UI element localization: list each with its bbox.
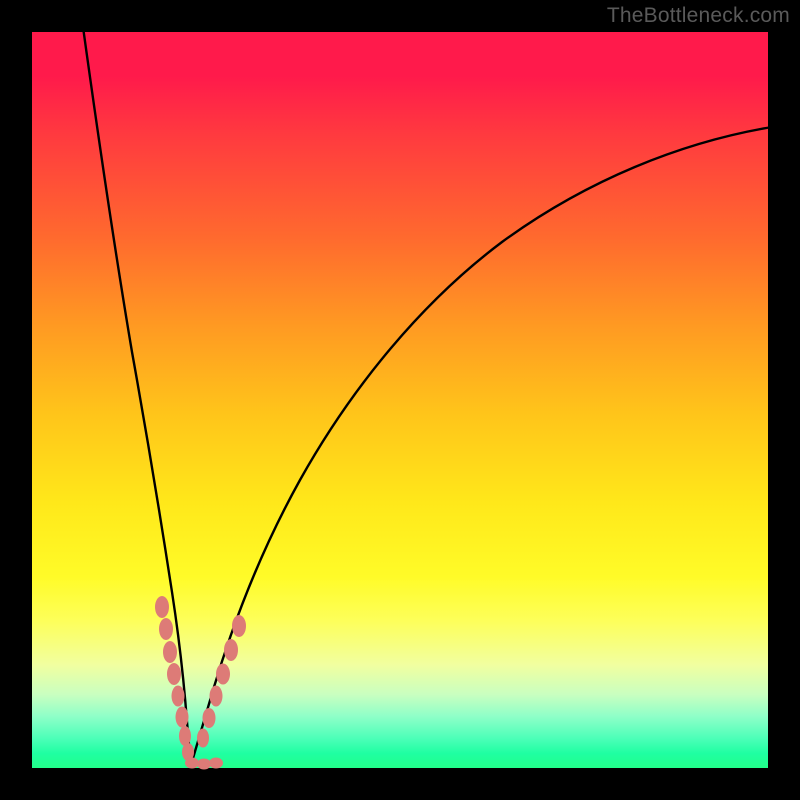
marker-min	[209, 758, 223, 769]
marker-left	[179, 726, 191, 746]
curve-right-branch	[191, 127, 772, 765]
marker-right	[197, 729, 209, 748]
marker-left	[167, 663, 181, 685]
marker-right	[210, 686, 223, 707]
marker-min	[197, 759, 211, 770]
marker-right	[216, 664, 230, 685]
marker-left	[163, 641, 177, 663]
attribution-text: TheBottleneck.com	[607, 4, 790, 28]
marker-left	[159, 618, 173, 640]
marker-min	[185, 758, 199, 769]
marker-left	[172, 686, 185, 707]
chart-svg	[32, 32, 768, 768]
plot-area	[32, 32, 768, 768]
marker-right	[224, 639, 238, 661]
marker-group	[155, 596, 246, 770]
chart-frame: TheBottleneck.com	[0, 0, 800, 800]
marker-right	[203, 708, 216, 728]
marker-left	[155, 596, 169, 618]
marker-left	[176, 707, 189, 728]
marker-right	[232, 615, 246, 637]
